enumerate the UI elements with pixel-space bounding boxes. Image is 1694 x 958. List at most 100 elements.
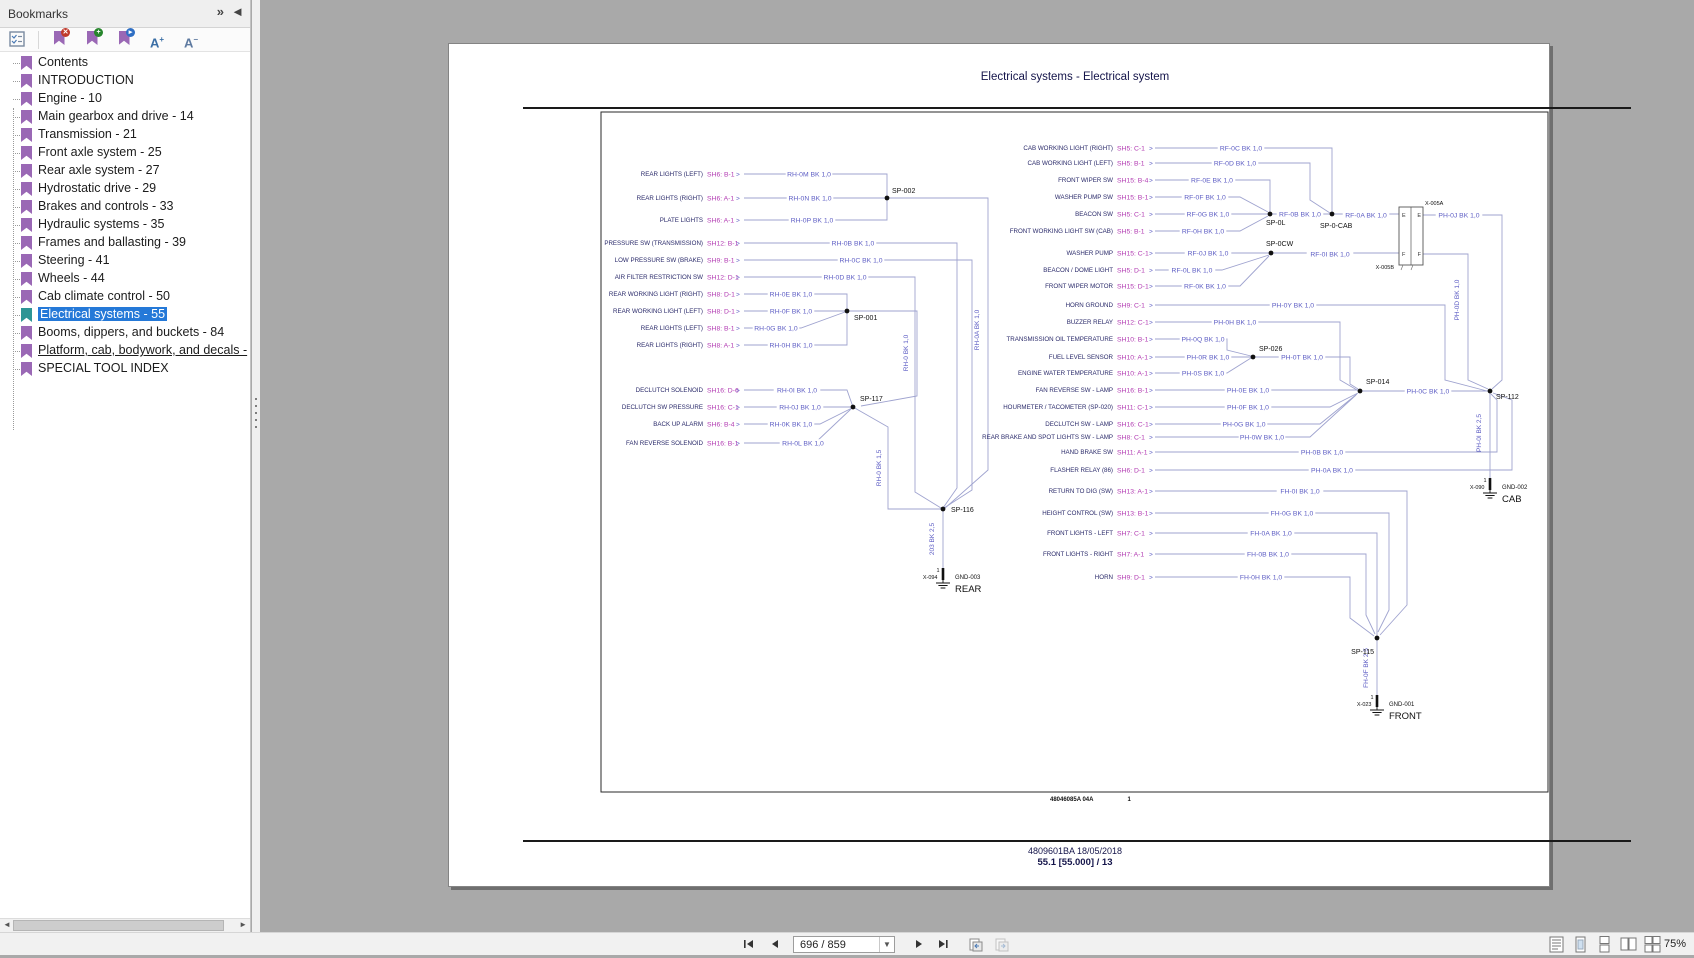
bookmark-icon — [21, 308, 32, 322]
tree-stub — [13, 135, 20, 136]
continuous-view-icon[interactable] — [1596, 936, 1615, 954]
tree-stub — [13, 297, 20, 298]
bookmark-icon — [21, 56, 32, 70]
bookmark-icon — [21, 344, 32, 358]
bookmark-item-label: Frames and ballasting - 39 — [38, 235, 186, 249]
increase-font-icon[interactable]: A+ — [148, 31, 166, 49]
add-bookmark-icon[interactable]: + — [83, 31, 101, 49]
tree-stub — [13, 207, 20, 208]
facing-pages-view-icon[interactable] — [1620, 936, 1639, 954]
first-page-icon[interactable] — [742, 937, 758, 953]
tree-stub — [13, 117, 20, 118]
tree-stub — [13, 243, 20, 244]
bookmark-item[interactable]: Electrical systems - 55 — [0, 306, 250, 324]
bookmark-icon — [21, 218, 32, 232]
bookmarks-panel-header: Bookmarks » ◄ — [0, 0, 250, 28]
tree-stub — [13, 279, 20, 280]
footer-section-ref: 55.1 [55.000] / 13 — [1038, 857, 1113, 868]
bookmarks-panel-title: Bookmarks — [8, 7, 68, 21]
next-page-icon[interactable] — [912, 937, 928, 953]
header-rule — [523, 107, 1631, 109]
footer-rule — [523, 840, 1631, 842]
previous-page-icon[interactable] — [768, 937, 784, 953]
bookmark-item[interactable]: Platform, cab, bodywork, and decals - — [0, 342, 250, 360]
bookmark-item[interactable]: Contents — [0, 54, 250, 72]
toolbar-divider — [38, 31, 39, 49]
bookmark-icon — [21, 290, 32, 304]
bookmark-item[interactable]: Hydraulic systems - 35 — [0, 216, 250, 234]
panel-splitter[interactable] — [252, 0, 260, 932]
bookmark-item-label: Electrical systems - 55 — [38, 307, 167, 321]
bookmark-item[interactable]: Rear axle system - 27 — [0, 162, 250, 180]
bookmark-icon — [21, 272, 32, 286]
bookmark-options-icon[interactable] — [8, 31, 26, 49]
navigate-bookmark-icon[interactable]: ▸ — [115, 31, 133, 49]
decrease-font-icon[interactable]: A− — [182, 31, 200, 49]
bookmark-item-label: Front axle system - 25 — [38, 145, 162, 159]
panel-collapse-icon[interactable]: ◄ — [231, 4, 244, 19]
bookmark-item-label: Rear axle system - 27 — [38, 163, 160, 177]
next-view-icon[interactable] — [994, 937, 1010, 953]
bookmark-item-label: Platform, cab, bodywork, and decals - — [38, 343, 247, 357]
zoom-level[interactable]: 75% — [1664, 938, 1686, 950]
bookmark-list: Contents INTRODUCTION Engine - 10 Main gear… — [0, 52, 250, 918]
tree-stub — [13, 63, 20, 64]
tree-stub — [13, 261, 20, 262]
scrollbar-thumb[interactable] — [13, 920, 224, 931]
splitter-grip — [255, 398, 257, 433]
last-page-icon[interactable] — [936, 937, 952, 953]
bookmark-item-label: Contents — [38, 55, 88, 69]
bookmark-item-label: Steering - 41 — [38, 253, 110, 267]
panel-expand-icon[interactable]: » — [217, 4, 224, 19]
bookmark-item[interactable]: SPECIAL TOOL INDEX — [0, 360, 250, 378]
delete-bookmark-icon[interactable]: ✕ — [50, 31, 68, 49]
bookmark-icon — [21, 92, 32, 106]
tree-stub — [13, 351, 20, 352]
bookmark-item[interactable]: Engine - 10 — [0, 90, 250, 108]
pdf-page: Electrical systems - Electrical system 4… — [448, 43, 1550, 887]
scroll-right-icon[interactable]: ► — [239, 920, 247, 929]
tree-stub — [13, 369, 20, 370]
bookmark-item[interactable]: Transmission - 21 — [0, 126, 250, 144]
bookmark-icon — [21, 110, 32, 124]
previous-view-icon[interactable] — [968, 937, 984, 953]
bookmark-item-label: Main gearbox and drive - 14 — [38, 109, 194, 123]
document-view[interactable]: Electrical systems - Electrical system 4… — [260, 0, 1694, 932]
bookmark-item-label: Hydraulic systems - 35 — [38, 217, 164, 231]
status-bar: 696 / 859 ▼ 75% — [0, 932, 1694, 955]
bookmark-icon — [21, 236, 32, 250]
bookmark-item-label: SPECIAL TOOL INDEX — [38, 361, 169, 375]
chevron-down-icon[interactable]: ▼ — [879, 937, 894, 952]
bookmark-item[interactable]: Cab climate control - 50 — [0, 288, 250, 306]
bookmark-item[interactable]: Hydrostatic drive - 29 — [0, 180, 250, 198]
bookmarks-horizontal-scrollbar[interactable]: ◄ ► — [0, 918, 250, 932]
tree-stub — [13, 225, 20, 226]
bookmark-item-label: Wheels - 44 — [38, 271, 105, 285]
bookmark-item-label: Booms, dippers, and buckets - 84 — [38, 325, 224, 339]
bookmark-item-label: Engine - 10 — [38, 91, 102, 105]
scroll-left-icon[interactable]: ◄ — [3, 920, 11, 929]
bookmark-item-label: Hydrostatic drive - 29 — [38, 181, 156, 195]
bookmark-item-label: INTRODUCTION — [38, 73, 134, 87]
single-page-view-icon[interactable] — [1572, 936, 1591, 954]
page-number-input[interactable]: 696 / 859 ▼ — [793, 936, 895, 953]
bookmark-item[interactable]: Steering - 41 — [0, 252, 250, 270]
bookmark-item[interactable]: Frames and ballasting - 39 — [0, 234, 250, 252]
bookmark-item-label: Brakes and controls - 33 — [38, 199, 174, 213]
bookmark-icon — [21, 146, 32, 160]
bookmark-item[interactable]: INTRODUCTION — [0, 72, 250, 90]
bookmark-icon — [21, 326, 32, 340]
continuous-facing-view-icon[interactable] — [1644, 936, 1663, 954]
tree-stub — [13, 315, 20, 316]
bookmark-icon — [21, 164, 32, 178]
bookmark-item[interactable]: Brakes and controls - 33 — [0, 198, 250, 216]
bookmark-icon — [21, 362, 32, 376]
bookmark-item[interactable]: Booms, dippers, and buckets - 84 — [0, 324, 250, 342]
bookmark-item[interactable]: Front axle system - 25 — [0, 144, 250, 162]
bookmark-item[interactable]: Main gearbox and drive - 14 — [0, 108, 250, 126]
bookmark-icon — [21, 74, 32, 88]
text-view-icon[interactable] — [1548, 936, 1567, 954]
bookmark-icon — [21, 254, 32, 268]
tree-stub — [13, 333, 20, 334]
bookmark-item[interactable]: Wheels - 44 — [0, 270, 250, 288]
